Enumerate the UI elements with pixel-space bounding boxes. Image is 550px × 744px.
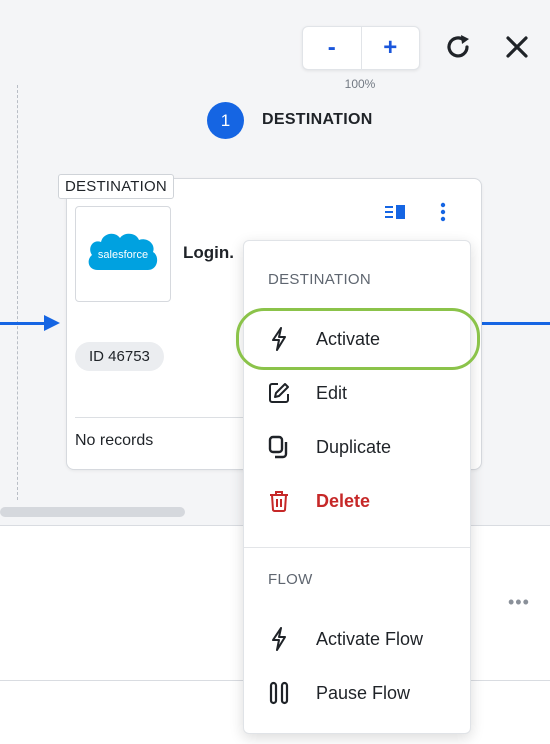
more-horizontal-icon[interactable]: •••: [508, 592, 530, 613]
pause-icon: [266, 680, 292, 706]
menu-separator: [244, 547, 470, 548]
menu-section-flow: FLOW: [268, 571, 313, 588]
zoom-controls: - +: [302, 26, 420, 70]
card-name: Login.: [183, 243, 234, 262]
card-divider: [75, 417, 255, 418]
more-vertical-icon[interactable]: [431, 200, 455, 224]
connector-arrow-icon: [44, 315, 60, 331]
horizontal-scrollbar[interactable]: [0, 507, 185, 517]
menu-item-duplicate[interactable]: Duplicate: [244, 427, 470, 467]
duplicate-icon: [266, 434, 292, 460]
zoom-in-button[interactable]: +: [360, 27, 420, 69]
bolt-icon: [266, 626, 292, 652]
close-icon[interactable]: [500, 30, 534, 64]
refresh-icon[interactable]: [441, 30, 475, 64]
step-title: DESTINATION: [262, 111, 373, 128]
salesforce-logo: salesforce: [75, 206, 171, 302]
menu-section-destination: DESTINATION: [268, 271, 372, 288]
step-number-badge: 1: [207, 102, 244, 139]
context-menu: DESTINATION Activate Edit Duplicate Dele…: [243, 240, 471, 734]
menu-item-edit[interactable]: Edit: [244, 373, 470, 413]
menu-item-label: Duplicate: [316, 436, 392, 457]
zoom-out-button[interactable]: -: [303, 27, 361, 69]
records-status: No records: [75, 432, 154, 449]
menu-item-label: Activate: [316, 328, 381, 349]
id-badge: ID 46753: [75, 342, 164, 371]
menu-item-delete[interactable]: Delete: [244, 481, 470, 521]
canvas-guide-line: [17, 85, 18, 500]
zoom-level-text: 100%: [344, 77, 376, 91]
menu-item-label: Activate Flow: [316, 628, 424, 649]
trash-icon: [266, 488, 292, 514]
bolt-icon: [266, 326, 292, 352]
incoming-connector: [0, 322, 46, 325]
menu-item-label: Pause Flow: [316, 682, 411, 703]
menu-item-activate[interactable]: Activate: [244, 319, 470, 359]
menu-item-activate-flow[interactable]: Activate Flow: [244, 619, 470, 659]
menu-item-label: Edit: [316, 382, 348, 403]
salesforce-logo-text: salesforce: [98, 249, 148, 261]
card-type-tag: DESTINATION: [58, 174, 174, 199]
menu-item-pause-flow[interactable]: Pause Flow: [244, 673, 470, 713]
details-panel-icon[interactable]: [383, 200, 407, 224]
outgoing-connector: [470, 322, 550, 325]
menu-item-label: Delete: [316, 490, 371, 511]
edit-icon: [266, 380, 292, 406]
